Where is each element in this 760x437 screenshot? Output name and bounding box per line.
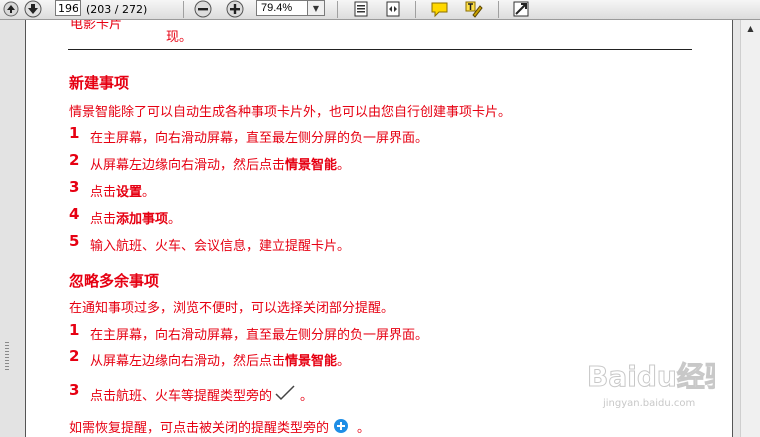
section-heading-new-item: 新建事项	[69, 74, 130, 92]
fit-width-icon[interactable]	[382, 0, 404, 18]
section-heading-ignore-items: 忽略多余事项	[69, 272, 160, 290]
zoom-in-icon[interactable]	[224, 0, 246, 18]
step-text: 在主屏幕，向右滑动屏幕，直至最左侧分屏的负一屏界面。	[90, 131, 429, 146]
panel-splitter-grip[interactable]	[5, 342, 9, 370]
step-number: 1	[69, 321, 80, 339]
top-fragment-text: 电影卡片	[70, 20, 123, 32]
page-number-input[interactable]	[55, 0, 81, 16]
zoom-out-icon[interactable]	[192, 0, 214, 18]
next-page-icon[interactable]	[22, 0, 44, 18]
checkmark-icon	[275, 385, 295, 401]
step-number: 1	[69, 124, 80, 142]
step-text: 输入航班、火车、会议信息，建立提醒卡片。	[90, 239, 351, 254]
step-text: 点击添加事项。	[90, 212, 182, 227]
fit-page-icon[interactable]	[350, 0, 372, 18]
plus-circle-icon	[334, 419, 349, 433]
previous-page-icon[interactable]	[0, 0, 22, 18]
vertical-scrollbar[interactable]: ▲	[740, 20, 760, 437]
step-text: 点击航班、火车等提醒类型旁的。	[90, 384, 313, 404]
section-divider	[68, 49, 692, 50]
highlight-text-icon[interactable]	[462, 0, 484, 18]
document-page: 电影卡片 现。 新建事项 情景智能除了可以自动生成各种事项卡片外，也可以由您自行…	[25, 20, 733, 437]
zoom-dropdown-icon[interactable]: ▼	[307, 0, 325, 16]
page-count-label: (203 / 272)	[86, 2, 148, 16]
section-intro: 在通知事项过多，浏览不便时，可以选择关闭部分提醒。	[69, 301, 395, 316]
step-number: 5	[69, 232, 80, 250]
fullscreen-icon[interactable]	[510, 0, 532, 18]
step-number: 2	[69, 347, 80, 365]
step-text: 点击设置。	[90, 185, 156, 200]
pdf-toolbar: (203 / 272) ▼	[0, 0, 760, 20]
scroll-up-icon[interactable]: ▲	[741, 20, 760, 37]
step-text: 在主屏幕，向右滑动屏幕，直至最左侧分屏的负一屏界面。	[90, 328, 429, 343]
comment-icon[interactable]	[429, 0, 451, 18]
step-number: 4	[69, 205, 80, 223]
top-fragment-text-2: 现。	[166, 30, 193, 45]
step-number: 2	[69, 151, 80, 169]
restore-text: 如需恢复提醒，可点击被关闭的提醒类型旁的。	[69, 417, 370, 436]
left-gutter	[0, 20, 25, 437]
step-text: 从屏幕左边缘向右滑动，然后点击情景智能。	[90, 354, 351, 369]
step-text: 从屏幕左边缘向右滑动，然后点击情景智能。	[90, 158, 351, 173]
step-number: 3	[69, 178, 80, 196]
zoom-level-input[interactable]	[256, 0, 312, 16]
step-number: 3	[69, 381, 80, 399]
section-intro: 情景智能除了可以自动生成各种事项卡片外，也可以由您自行创建事项卡片。	[69, 105, 512, 120]
